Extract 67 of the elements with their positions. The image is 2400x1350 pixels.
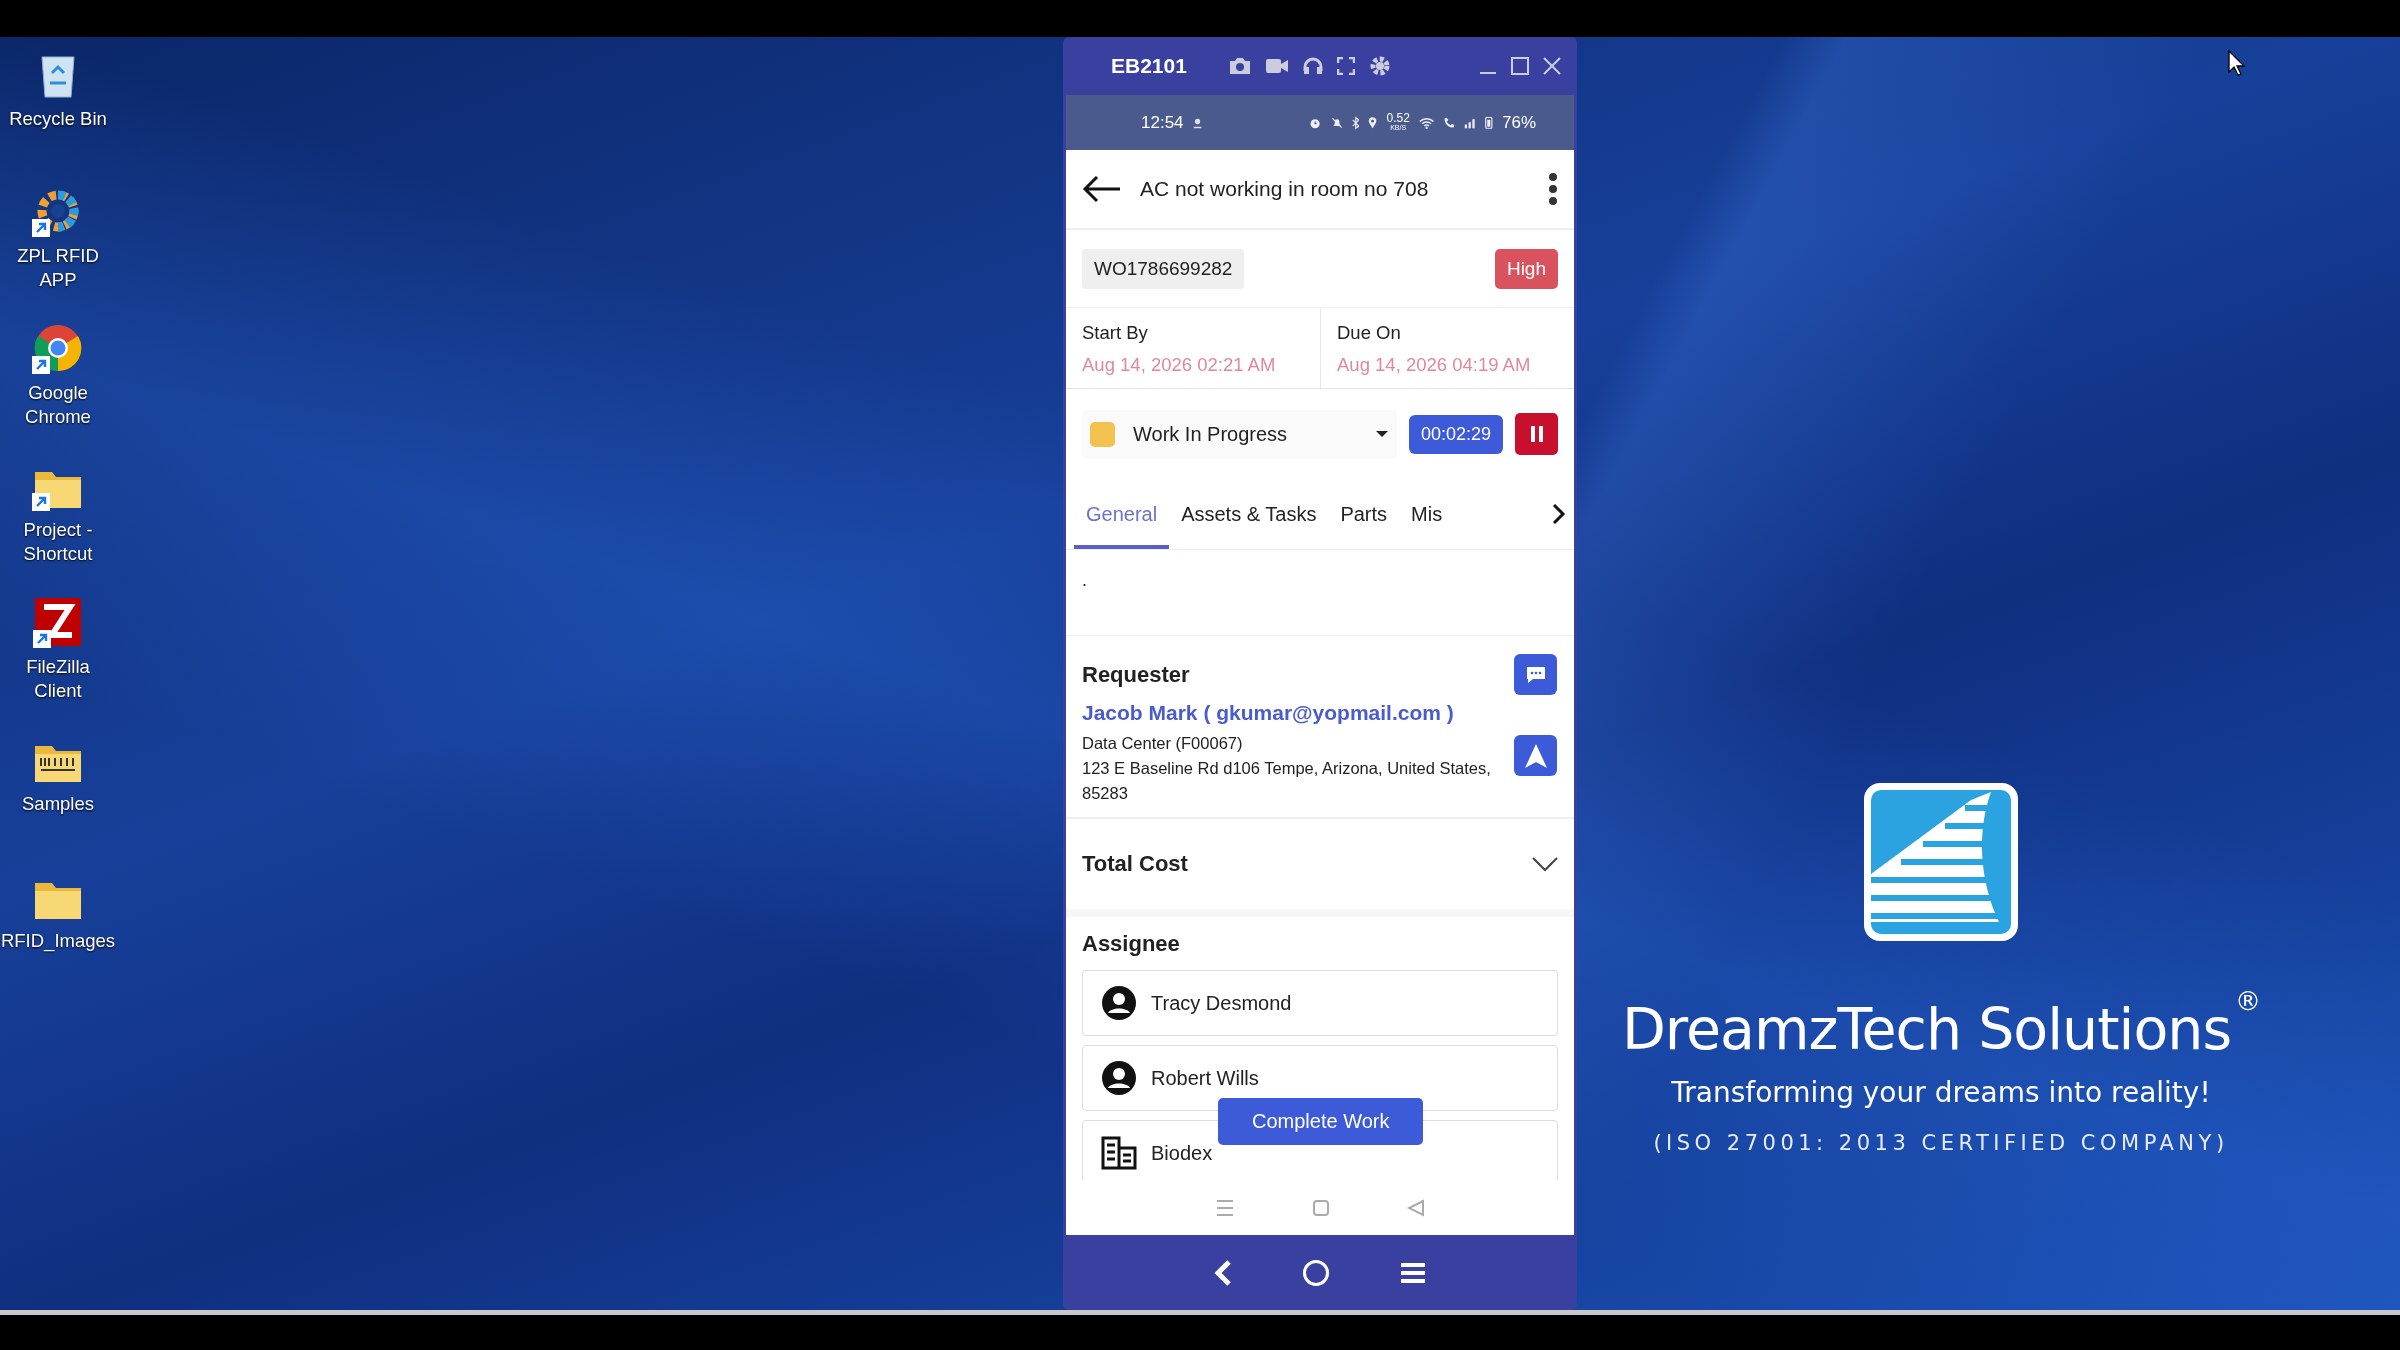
timer: 00:02:29 xyxy=(1408,414,1503,454)
window-title: EB2101 xyxy=(1111,54,1187,78)
complete-work-button[interactable]: Complete Work xyxy=(1218,1098,1424,1145)
more-options-icon[interactable] xyxy=(1548,172,1558,206)
desktop-icon-label[interactable]: Google Chrome xyxy=(0,381,116,429)
chevron-right-icon[interactable] xyxy=(1552,503,1566,525)
tab[interactable]: Parts xyxy=(1328,479,1400,549)
network-speed: 0.52 xyxy=(1386,112,1410,123)
assignee-name: Biodex xyxy=(1151,1141,1213,1165)
camera-icon[interactable] xyxy=(1228,57,1251,75)
section-heading: Requester xyxy=(1082,661,1191,688)
registered-mark: ® xyxy=(2235,986,2261,1016)
section-heading: Total Cost xyxy=(1082,851,1188,877)
battery-icon xyxy=(1485,114,1493,131)
start-label: Start By xyxy=(1082,322,1149,344)
desktop-icon-label[interactable]: FileZilla Client xyxy=(0,655,116,703)
tab[interactable]: General xyxy=(1074,479,1170,549)
due-date: Aug 14, 2026 04:19 AM xyxy=(1337,354,1532,376)
chat-button[interactable] xyxy=(1514,654,1557,695)
building-icon xyxy=(1101,1136,1137,1170)
pause-button[interactable] xyxy=(1515,413,1558,455)
user-avatar-icon xyxy=(1101,985,1137,1021)
location-icon xyxy=(1368,114,1378,131)
desktop-icon-label[interactable]: Recycle Bin xyxy=(0,107,116,131)
work-order-id: WO1786699282 xyxy=(1082,248,1245,289)
user-avatar-icon xyxy=(1101,1060,1137,1096)
settings-icon[interactable] xyxy=(1368,55,1391,77)
chat-bubble-icon xyxy=(1524,664,1547,685)
site-address: 123 E Baseline Rd d106 Tempe, Arizona, United States, 85283 xyxy=(1082,758,1492,804)
menu-icon[interactable] xyxy=(1400,1261,1426,1284)
company-name: DreamzTech Solutions xyxy=(1621,996,2232,1062)
desktop-icon-label[interactable]: RFID_Images xyxy=(0,929,116,953)
site-name: Data Center (F00067) xyxy=(1082,733,1244,754)
navigate-button[interactable] xyxy=(1514,735,1557,776)
status-time: 12:54 xyxy=(1141,112,1184,133)
fullscreen-icon[interactable] xyxy=(1336,57,1355,75)
recycle-bin-icon xyxy=(38,53,78,99)
navigation-arrow-icon xyxy=(1523,742,1548,769)
desktop-icon-label[interactable]: Project - Shortcut xyxy=(0,518,116,566)
dropdown-caret-icon xyxy=(1374,430,1389,438)
back-arrow-icon[interactable] xyxy=(1082,174,1122,204)
assignee-name: Tracy Desmond xyxy=(1151,991,1292,1015)
tab[interactable]: Assets & Tasks xyxy=(1169,479,1329,549)
start-date: Aug 14, 2026 02:21 AM xyxy=(1082,354,1277,376)
due-label: Due On xyxy=(1337,322,1402,344)
maximize-icon[interactable] xyxy=(1511,57,1529,75)
tab[interactable]: Mis xyxy=(1399,479,1455,549)
pause-icon xyxy=(1529,425,1544,443)
bluetooth-icon xyxy=(1351,114,1360,131)
assignee-name: Robert Wills xyxy=(1151,1066,1259,1090)
description-text: . xyxy=(1082,570,1087,590)
priority-badge: High xyxy=(1494,248,1558,289)
page-title: AC not working in room no 708 xyxy=(1140,177,1430,201)
section-heading: Assignee xyxy=(1082,931,1181,957)
desktop-icon-label[interactable]: Samples xyxy=(0,792,116,816)
battery-level: 76% xyxy=(1502,112,1537,133)
certification-text: (ISO 27001: 2013 CERTIFIED COMPANY) xyxy=(1653,1131,2229,1155)
status-dropdown[interactable]: Work In Progress xyxy=(1082,409,1397,459)
mouse-cursor-icon xyxy=(2228,50,2246,76)
desktop-icon-label[interactable]: ZPL RFID APP xyxy=(0,244,116,292)
chevron-down-icon[interactable] xyxy=(1532,856,1558,872)
video-icon[interactable] xyxy=(1264,57,1289,75)
tagline: Transforming your dreams into reality! xyxy=(1671,1076,2211,1109)
requester-contact[interactable]: Jacob Mark ( gkumar@yopmail.com ) xyxy=(1082,701,1558,725)
assignee-card[interactable]: Tracy Desmond xyxy=(1082,970,1558,1036)
close-icon[interactable] xyxy=(1543,57,1561,75)
headphones-icon[interactable] xyxy=(1302,57,1323,75)
